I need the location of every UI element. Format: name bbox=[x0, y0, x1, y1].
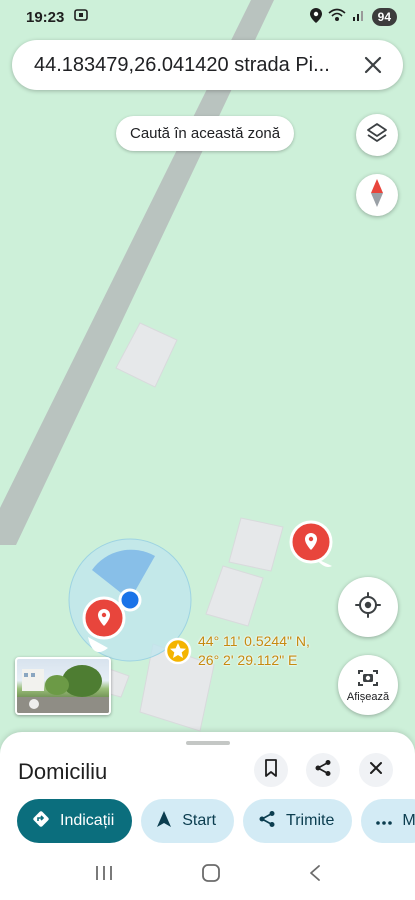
directions-label: Indicații bbox=[60, 812, 115, 829]
street-view-thumbnail[interactable] bbox=[15, 657, 111, 715]
navigation-icon bbox=[156, 810, 172, 833]
street-view-icon bbox=[29, 699, 39, 709]
close-sheet-button[interactable] bbox=[359, 753, 393, 787]
show-button-label: Afișează bbox=[346, 690, 390, 703]
place-pin-icon[interactable] bbox=[289, 520, 333, 567]
directions-icon bbox=[32, 810, 50, 833]
place-title: Domiciliu bbox=[18, 759, 108, 784]
drag-handle[interactable] bbox=[186, 741, 230, 745]
search-box[interactable]: 44.183479,26.041420 strada Pi... bbox=[12, 40, 403, 90]
close-icon bbox=[369, 761, 383, 780]
star-marker-icon[interactable] bbox=[164, 637, 192, 665]
recents-icon[interactable] bbox=[94, 864, 114, 887]
building bbox=[205, 565, 264, 627]
status-bar: 19:23 94 bbox=[0, 0, 415, 34]
thumbnail-building bbox=[22, 669, 44, 691]
share-button[interactable] bbox=[306, 753, 340, 787]
crosshair-icon bbox=[354, 591, 382, 624]
search-query[interactable]: 44.183479,26.041420 strada Pi... bbox=[34, 54, 349, 77]
send-button[interactable]: Trimite bbox=[243, 799, 353, 843]
system-nav-bar bbox=[0, 850, 415, 900]
location-status-icon bbox=[309, 7, 322, 27]
battery-badge: 94 bbox=[371, 8, 397, 26]
more-icon bbox=[376, 812, 393, 830]
compass-button[interactable] bbox=[356, 174, 398, 216]
share-icon bbox=[258, 810, 276, 833]
building bbox=[228, 517, 284, 572]
compass-icon bbox=[369, 178, 385, 213]
share-icon bbox=[314, 759, 332, 782]
latitude-text: 44° 11' 0.5244" N, bbox=[198, 633, 310, 649]
start-label: Start bbox=[182, 812, 217, 829]
screenshot-icon bbox=[74, 8, 89, 26]
show-lens-button[interactable]: Afișează bbox=[338, 655, 398, 715]
longitude-text: 26° 2' 29.112" E bbox=[198, 652, 298, 668]
layers-button[interactable] bbox=[356, 114, 398, 156]
my-location-button[interactable] bbox=[338, 577, 398, 637]
layers-icon bbox=[366, 122, 388, 149]
send-label: Trimite bbox=[286, 812, 335, 829]
action-chips: Indicații Start Trimite M bbox=[17, 799, 415, 843]
close-icon[interactable] bbox=[361, 53, 385, 77]
search-this-area-button[interactable]: Caută în această zonă bbox=[116, 116, 295, 151]
back-icon[interactable] bbox=[308, 864, 322, 887]
camera-icon bbox=[357, 668, 379, 691]
more-button[interactable]: M bbox=[361, 799, 415, 843]
coordinates-label: 44° 11' 0.5244" N, 26° 2' 29.112" E bbox=[198, 632, 310, 670]
home-icon[interactable] bbox=[201, 863, 221, 888]
status-time: 19:23 bbox=[26, 8, 65, 26]
more-label: M bbox=[402, 812, 415, 829]
save-button[interactable] bbox=[254, 753, 288, 787]
directions-button[interactable]: Indicații bbox=[17, 799, 133, 843]
bookmark-icon bbox=[264, 758, 278, 782]
signal-icon bbox=[352, 8, 366, 26]
my-location-dot[interactable] bbox=[118, 588, 142, 612]
wifi-icon bbox=[328, 8, 346, 26]
start-button[interactable]: Start bbox=[141, 799, 235, 843]
building bbox=[115, 322, 178, 388]
